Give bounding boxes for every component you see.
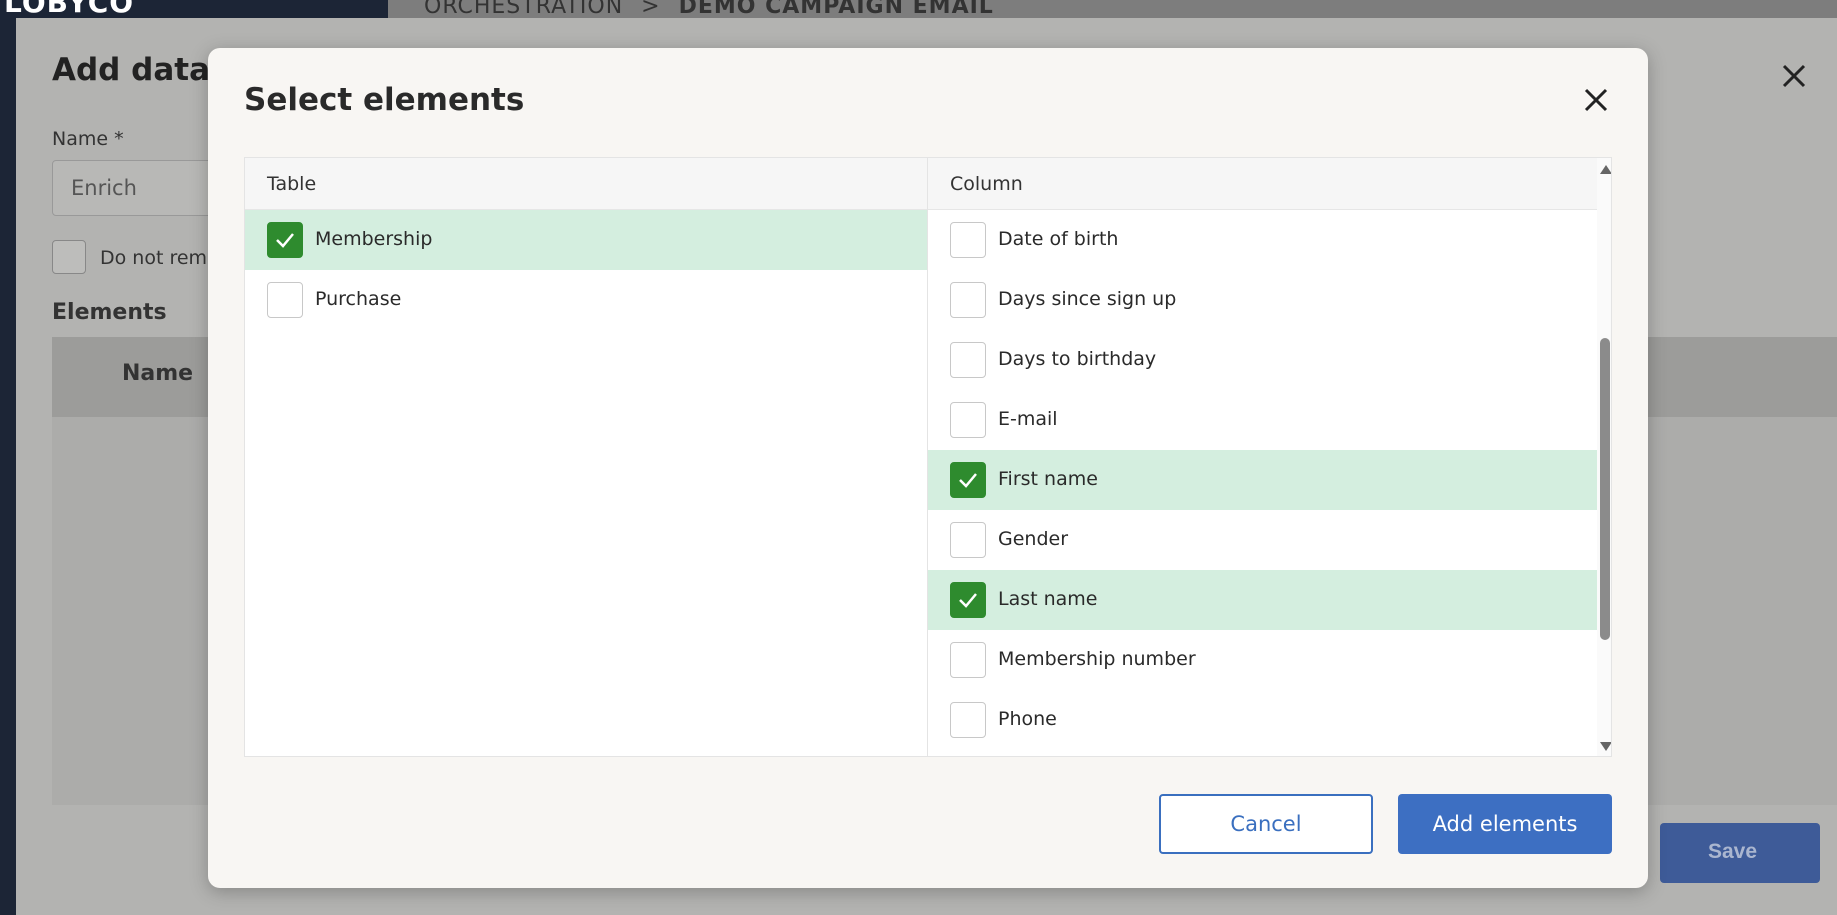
drawer-close-icon[interactable] — [1774, 56, 1814, 96]
column-row[interactable]: Date of birth — [928, 210, 1597, 270]
side-nav-rail — [0, 0, 16, 915]
column-label: E-mail — [998, 408, 1058, 430]
name-input-value: Enrich — [71, 176, 137, 200]
chevron-right-icon: > — [641, 0, 661, 19]
column-checkbox[interactable] — [950, 702, 986, 738]
table-row[interactable]: Membership — [245, 210, 927, 270]
table-checkbox[interactable] — [267, 282, 303, 318]
scrollbar-thumb[interactable] — [1600, 338, 1610, 640]
do-not-remove-label: Do not reme — [100, 247, 219, 269]
column-row[interactable]: E-mail — [928, 390, 1597, 450]
column-label: Gender — [998, 528, 1069, 550]
column-label: First name — [998, 468, 1098, 490]
table-label: Membership — [315, 228, 433, 250]
column-checkbox[interactable] — [950, 582, 986, 618]
add-elements-button[interactable]: Add elements — [1398, 794, 1612, 854]
checkmark-icon — [959, 473, 977, 488]
column-header-label: Column — [950, 173, 1023, 195]
checkmark-icon — [959, 593, 977, 608]
column-checkbox[interactable] — [950, 522, 986, 558]
modal-title: Select elements — [244, 82, 525, 118]
column-row[interactable]: Last name — [928, 570, 1597, 630]
save-button[interactable]: Save — [1660, 823, 1820, 883]
scroll-down-arrow-icon[interactable] — [1600, 742, 1611, 751]
column-row[interactable]: Membership number — [928, 630, 1597, 690]
column-label: Days since sign up — [998, 288, 1177, 310]
column-row[interactable]: First name — [928, 450, 1597, 510]
breadcrumb-parent[interactable]: ORCHESTRATION — [424, 0, 623, 19]
column-label: Date of birth — [998, 228, 1119, 250]
column-row[interactable]: Gender — [928, 510, 1597, 570]
column-row[interactable]: Phone — [928, 690, 1597, 750]
column-checkbox[interactable] — [950, 342, 986, 378]
column-checkbox[interactable] — [950, 282, 986, 318]
column-checkbox[interactable] — [950, 642, 986, 678]
scroll-up-arrow-icon[interactable] — [1600, 165, 1611, 174]
column-label: Days to birthday — [998, 348, 1157, 370]
column-label: Last name — [998, 588, 1098, 610]
column-scrollbar[interactable] — [1597, 158, 1611, 756]
name-column-header: Name — [122, 361, 194, 386]
column-label: Membership number — [998, 648, 1196, 670]
column-column-header: Column — [928, 158, 1597, 210]
select-elements-modal: Select elements Table Column Membership P… — [208, 48, 1648, 888]
table-checkbox[interactable] — [267, 222, 303, 258]
selection-grid: Table Column Membership Purchase Date of … — [244, 157, 1612, 757]
column-checkbox[interactable] — [950, 462, 986, 498]
table-header-label: Table — [267, 173, 317, 195]
app-logo: LOBYCO — [4, 0, 135, 19]
column-checkbox[interactable] — [950, 222, 986, 258]
table-label: Purchase — [315, 288, 402, 310]
name-field-label: Name * — [52, 128, 124, 150]
column-checkbox[interactable] — [950, 402, 986, 438]
elements-heading: Elements — [52, 300, 167, 325]
checkmark-icon — [276, 233, 294, 248]
cancel-button[interactable]: Cancel — [1159, 794, 1373, 854]
column-row[interactable]: Days since sign up — [928, 270, 1597, 330]
column-label: Phone — [998, 708, 1057, 730]
breadcrumb: ORCHESTRATION > DEMO CAMPAIGN EMAIL — [424, 0, 994, 19]
do-not-remove-checkbox[interactable] — [52, 240, 86, 274]
table-column-header: Table — [245, 158, 927, 210]
column-row[interactable]: Days to birthday — [928, 330, 1597, 390]
table-row[interactable]: Purchase — [245, 270, 927, 330]
close-icon[interactable] — [1578, 82, 1614, 118]
breadcrumb-current: DEMO CAMPAIGN EMAIL — [678, 0, 994, 19]
